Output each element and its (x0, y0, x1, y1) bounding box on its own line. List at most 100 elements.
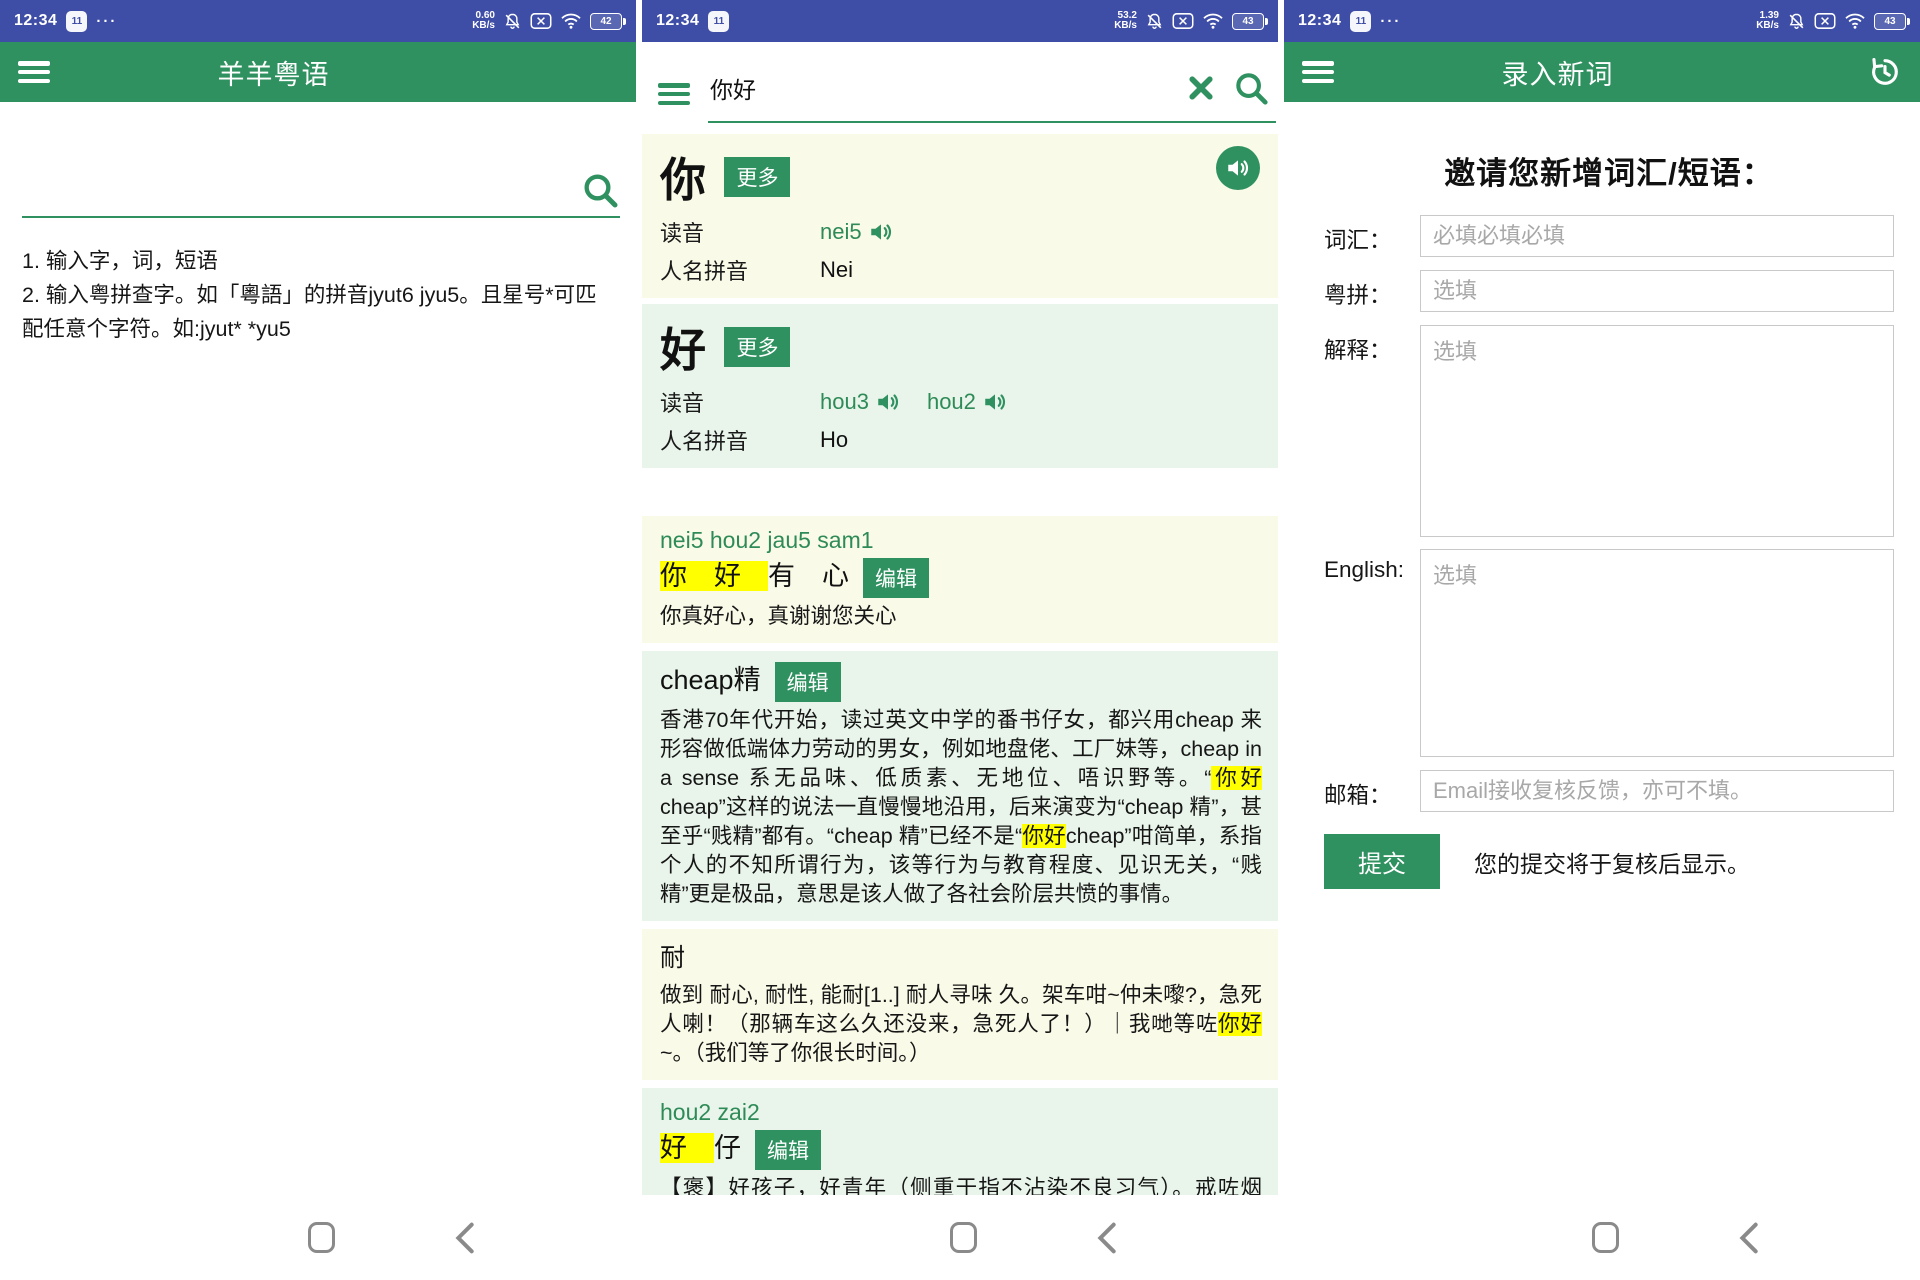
entry-definition: 你真好心，真谢谢您关心 (660, 602, 1262, 631)
clock-text: 12:34 (1298, 12, 1341, 30)
back-icon[interactable] (1095, 1222, 1119, 1254)
dict-entry: 耐 做到 耐心, 耐性, 能耐[1..] 耐人寻味 久。架车咁~仲未嚟?，急死人… (642, 929, 1278, 1080)
search-field-wrap (708, 65, 1276, 123)
home-icon[interactable] (1592, 1222, 1619, 1253)
more-button[interactable]: 更多 (724, 327, 790, 367)
menu-icon[interactable] (658, 83, 690, 105)
jyutping-text: nei5 (820, 219, 862, 245)
screen-dictionary-home: 12:34 11 ··· 0.60KB/s 42 羊羊粤语 (0, 0, 636, 1280)
jyutping-text: hou3 (820, 389, 869, 415)
entry-definition: 【褒】好孩子，好青年（侧重于指不沾染不良习气）。戒咗烟啦？系喇，噉先至系个~嘅样… (660, 1174, 1262, 1195)
list-gap (642, 468, 1278, 508)
recents-icon[interactable] (802, 1228, 832, 1248)
entry-word: cheap精编辑 (660, 661, 1262, 702)
search-icon[interactable] (1232, 69, 1270, 107)
clear-search-icon[interactable] (1186, 73, 1216, 103)
home-content: 1. 输入字，词，短语 2. 输入粤拼查字。如「粵語」的拼音jyut6 jyu5… (0, 102, 636, 1195)
search-icon[interactable] (580, 170, 620, 210)
menu-icon[interactable] (1302, 61, 1334, 83)
form-title: 邀请您新增词汇/短语： (1324, 148, 1894, 193)
notification-app-badge: 11 (708, 11, 729, 32)
search-input[interactable] (710, 75, 1170, 102)
app-bar: 羊羊粤语 (0, 42, 636, 102)
headword-char: 好 (660, 324, 706, 376)
network-speed: 0.60KB/s (472, 11, 495, 31)
notification-app-badge: 11 (1350, 11, 1371, 32)
back-icon[interactable] (1737, 1222, 1761, 1254)
field-label-word: 词汇： (1324, 215, 1420, 257)
instruction-line-2: 2. 输入粤拼查字。如「粵語」的拼音jyut6 jyu5。且星号*可匹配任意个字… (22, 278, 616, 346)
menu-icon[interactable] (18, 61, 50, 83)
history-icon[interactable] (1868, 55, 1902, 89)
entry-jyutping: hou2 zai2 (660, 1098, 1262, 1126)
submit-note: 您的提交将于复核后显示。 (1474, 845, 1750, 879)
entry-definition: 做到 耐心, 耐性, 能耐[1..] 耐人寻味 久。架车咁~仲未嚟?，急死人喇！… (660, 981, 1262, 1068)
play-audio-icon[interactable] (1216, 146, 1260, 190)
bell-slash-icon (1145, 12, 1164, 31)
android-nav-bar (0, 1195, 636, 1280)
speaker-icon[interactable] (982, 389, 1008, 415)
name-pinyin-value: Ho (820, 427, 848, 453)
english-field[interactable] (1420, 549, 1894, 757)
android-nav-bar (1284, 1195, 1920, 1280)
jyutping-text: hou2 (927, 389, 976, 415)
dict-entry: hou2 zai2 好 仔编辑 【褒】好孩子，好青年（侧重于指不沾染不良习气）。… (642, 1088, 1278, 1195)
field-label-jyutping: 粤拼： (1324, 270, 1420, 312)
clock-text: 12:34 (14, 12, 57, 30)
reading-label: 读音 (660, 386, 820, 418)
status-bar: 12:34 11 53.2KB/s 43 (642, 0, 1278, 42)
reading-label: 读音 (660, 216, 820, 248)
network-speed: 53.2KB/s (1114, 11, 1137, 31)
battery-indicator: 43 (1232, 13, 1264, 30)
speaker-icon[interactable] (868, 219, 894, 245)
sim-x-icon (1172, 12, 1194, 30)
name-pinyin-label: 人名拼音 (660, 424, 820, 456)
edit-button[interactable]: 编辑 (755, 1130, 821, 1170)
char-card-hao: 好 更多 读音 hou3 hou2 (642, 304, 1278, 468)
speaker-icon[interactable] (875, 389, 901, 415)
instruction-line-1: 1. 输入字，词，短语 (22, 244, 616, 278)
page-title: 录入新词 (1501, 53, 1613, 92)
android-nav-bar (642, 1195, 1278, 1280)
more-notifications-dots: ··· (96, 13, 117, 30)
status-bar: 12:34 11 ··· 0.60KB/s 42 (0, 0, 636, 42)
search-input[interactable] (22, 142, 620, 218)
search-bar (642, 42, 1278, 134)
bell-slash-icon (1787, 12, 1806, 31)
home-icon[interactable] (308, 1222, 335, 1253)
more-notifications-dots: ··· (1380, 13, 1401, 30)
entry-word: 你 好 有 心编辑 (660, 556, 1262, 598)
field-label-english: English: (1324, 549, 1420, 757)
more-button[interactable]: 更多 (724, 157, 790, 197)
network-speed: 1.39KB/s (1756, 11, 1779, 31)
home-icon[interactable] (950, 1222, 977, 1253)
dict-entry: cheap精编辑 香港70年代开始，读过英文中学的番书仔女，都兴用cheap 来… (642, 651, 1278, 921)
battery-indicator: 42 (590, 13, 622, 30)
wifi-icon (1844, 12, 1866, 30)
sim-x-icon (530, 12, 552, 30)
char-card-ni: 你 更多 读音 nei5 人名拼音 (642, 134, 1278, 298)
app-bar: 录入新词 (1284, 42, 1920, 102)
three-phone-screens: 12:34 11 ··· 0.60KB/s 42 羊羊粤语 (0, 0, 1920, 1280)
jyutping-field[interactable] (1420, 270, 1894, 312)
form-content: 邀请您新增词汇/短语： 词汇： 粤拼： 解释： English: (1284, 102, 1920, 1195)
word-field[interactable] (1420, 215, 1894, 257)
screen-new-word-form: 12:34 11 ··· 1.39KB/s 43 录入新词 (1284, 0, 1920, 1280)
recents-icon[interactable] (160, 1228, 190, 1248)
edit-button[interactable]: 编辑 (863, 558, 929, 598)
entry-word: 耐 (660, 939, 1262, 977)
definition-field[interactable] (1420, 325, 1894, 537)
notification-app-badge: 11 (66, 11, 87, 32)
email-field[interactable] (1420, 770, 1894, 812)
entry-definition: 香港70年代开始，读过英文中学的番书仔女，都兴用cheap 来形容做低端体力劳动… (660, 706, 1262, 909)
usage-instructions: 1. 输入字，词，短语 2. 输入粤拼查字。如「粵語」的拼音jyut6 jyu5… (22, 244, 616, 346)
sim-x-icon (1814, 12, 1836, 30)
back-icon[interactable] (453, 1222, 477, 1254)
entry-word: 好 仔编辑 (660, 1128, 1262, 1170)
submit-button[interactable]: 提交 (1324, 834, 1440, 889)
entry-jyutping: nei5 hou2 jau5 sam1 (660, 526, 1262, 554)
edit-button[interactable]: 编辑 (775, 662, 841, 702)
name-pinyin-label: 人名拼音 (660, 254, 820, 286)
name-pinyin-value: Nei (820, 257, 853, 283)
recents-icon[interactable] (1444, 1228, 1474, 1248)
